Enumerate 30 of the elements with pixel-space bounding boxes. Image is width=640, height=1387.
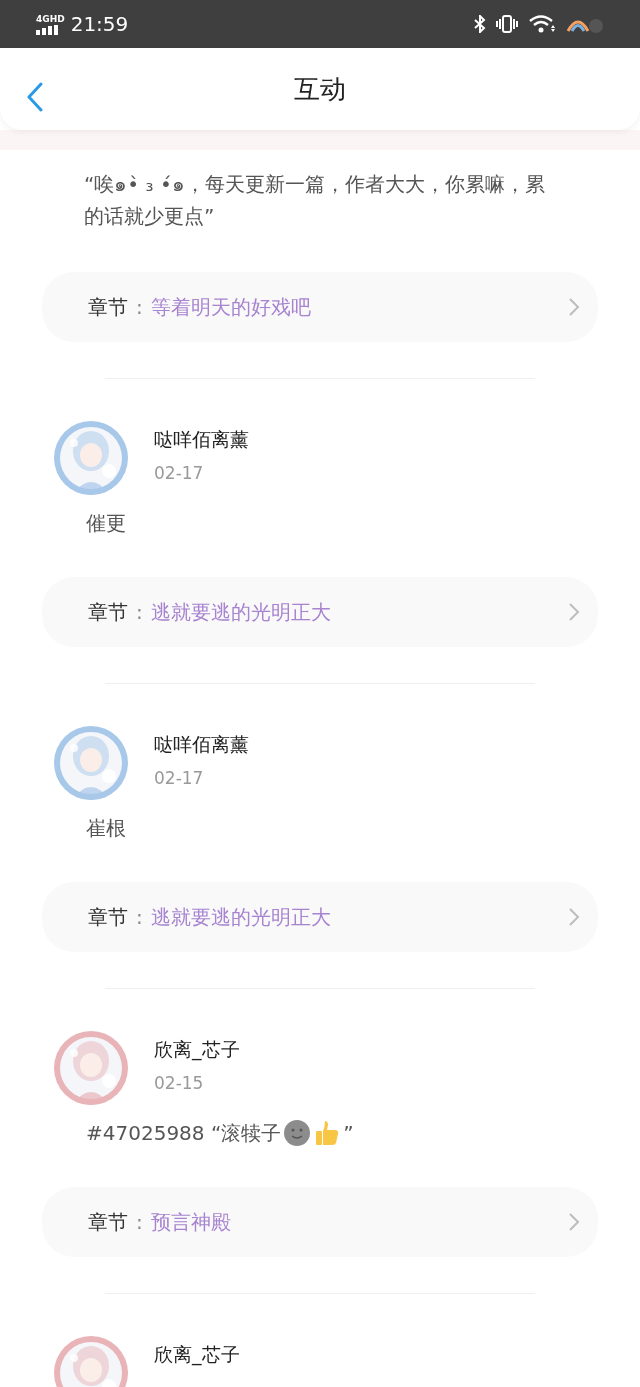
post-date: 02-15 (154, 1073, 205, 1093)
user-name[interactable]: 哒咩佰离薰 (154, 732, 249, 758)
chevron-icon (568, 297, 580, 317)
comment-text: 催更 (86, 510, 126, 537)
quote-mark: ” (343, 1120, 354, 1147)
back-icon[interactable] (26, 82, 44, 112)
post-date: 02-17 (154, 463, 205, 483)
chapter-link[interactable]: 章节 : 逃就要逃的光明正大 (42, 577, 598, 647)
comment-text: “唉๑•̀ ₃ •́๑，每天更新一篇，作者大大，你累嘛，累的话就少更点” (84, 172, 545, 228)
user-name[interactable]: 欣离_芯子 (154, 1037, 240, 1063)
smiley-icon (283, 1119, 312, 1147)
user-name[interactable]: 哒咩佰离薰 (154, 427, 249, 453)
signal-icon (36, 24, 60, 35)
comment-text: 崔根 (86, 815, 126, 842)
vibrate-icon (496, 15, 518, 33)
chapter-link[interactable]: 章节 : 等着明天的好戏吧 (42, 272, 598, 342)
chevron-icon (568, 1212, 580, 1232)
network-sub-label: HD (49, 13, 65, 24)
chevron-icon (568, 907, 580, 927)
wifi-icon (528, 15, 556, 33)
post-date: 02-17 (154, 768, 205, 788)
comment-text: #47025988 “滚犊子 (86, 1120, 282, 1147)
chapter-link[interactable]: 章节 : 预言神殿 (42, 1187, 598, 1257)
bluetooth-icon (474, 15, 486, 33)
network-label: 4G (36, 13, 50, 24)
page-title: 互动 (294, 72, 346, 106)
chapter-link[interactable]: 章节 : 逃就要逃的光明正大 (42, 882, 598, 952)
chevron-icon (568, 602, 580, 622)
clock: 21:59 (70, 12, 129, 36)
user-name[interactable]: 欣离_芯子 (154, 1342, 240, 1368)
